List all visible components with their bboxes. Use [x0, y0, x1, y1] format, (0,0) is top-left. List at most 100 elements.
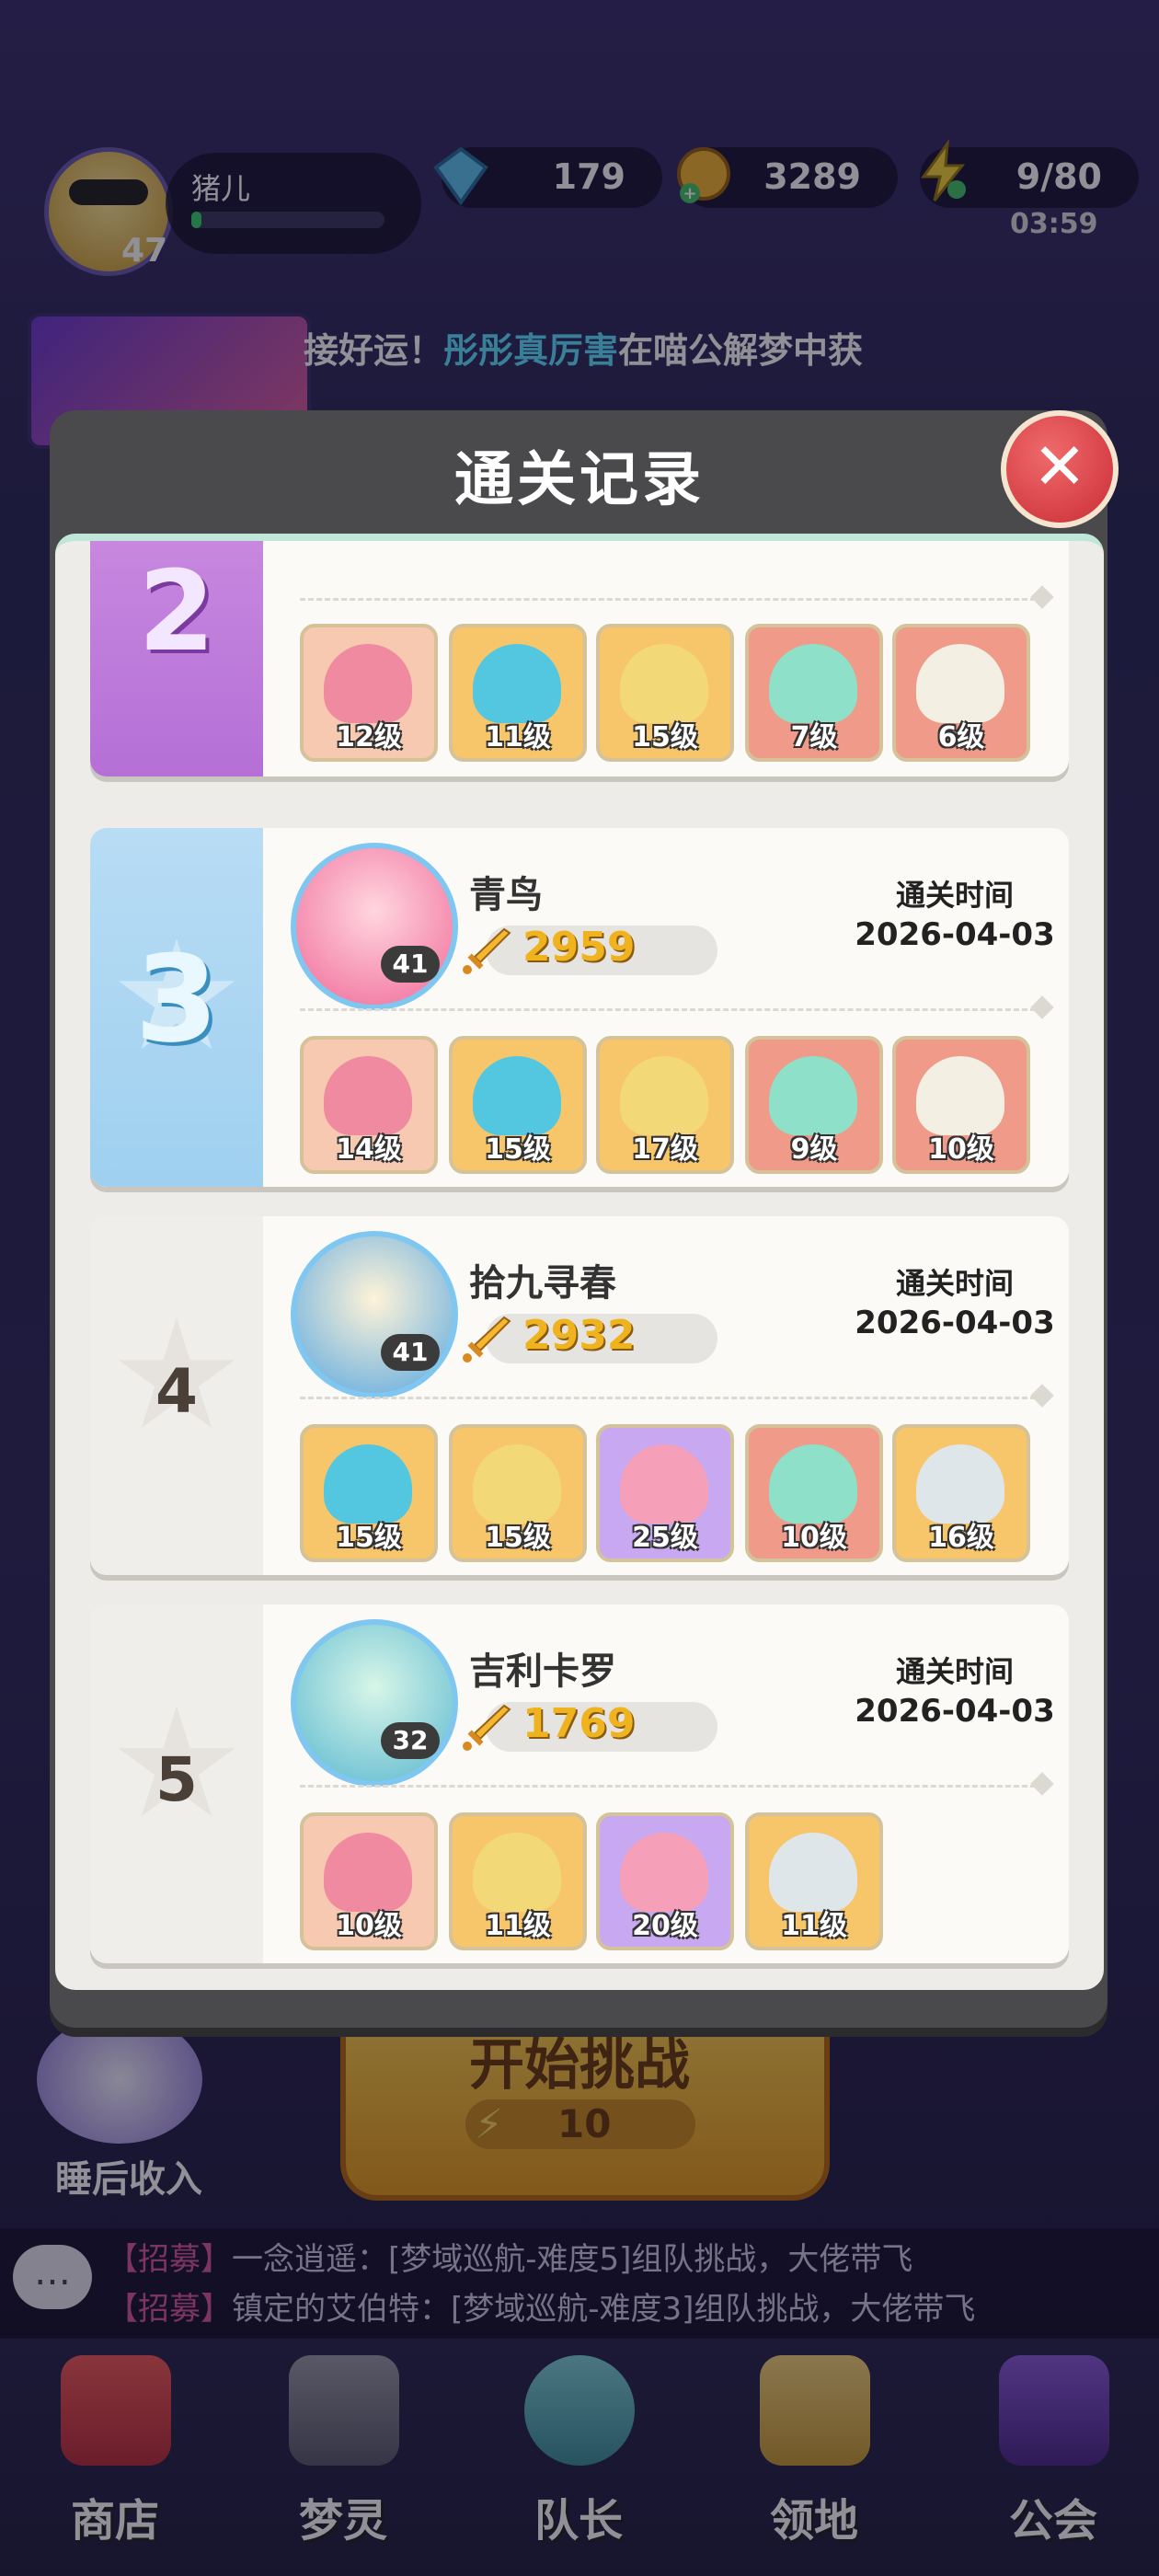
hero-portrait — [473, 1056, 561, 1135]
hero-avatar[interactable]: 15级 — [449, 1424, 587, 1562]
hero-avatar[interactable]: 7级 — [745, 624, 883, 762]
sword-icon — [463, 1704, 511, 1751]
clear-time-label: 通关时间 — [895, 1654, 1014, 1689]
hero-portrait — [916, 1444, 1004, 1524]
hero-avatar[interactable]: 10级 — [300, 1812, 438, 1950]
hero-avatar[interactable]: 15级 — [300, 1424, 438, 1562]
hero-avatar[interactable]: 11级 — [745, 1812, 883, 1950]
hero-portrait — [324, 1056, 412, 1135]
hero-portrait — [473, 644, 561, 723]
hero-level: 11级 — [485, 1910, 551, 1942]
hero-portrait — [620, 1056, 708, 1135]
power-value: 2932 — [522, 1312, 636, 1359]
player-name: 青鸟 — [469, 874, 543, 916]
hero-level: 25级 — [632, 1522, 698, 1554]
hero-level: 6级 — [937, 721, 985, 753]
power-value: 2959 — [522, 924, 636, 971]
hero-avatar[interactable]: 6级 — [892, 624, 1030, 762]
hero-portrait — [769, 1833, 857, 1912]
divider-diamond-icon — [1030, 585, 1054, 609]
clear-time-value: 2026-04-03 — [855, 1693, 1055, 1730]
sword-icon — [463, 927, 511, 974]
divider-diamond-icon — [1030, 1384, 1054, 1408]
sword-icon — [463, 1316, 511, 1363]
hero-portrait — [769, 644, 857, 723]
hero-portrait — [473, 1444, 561, 1524]
hero-level: 17级 — [632, 1133, 698, 1166]
hero-avatar[interactable]: 15级 — [449, 1036, 587, 1174]
power-value: 1769 — [522, 1700, 636, 1747]
leader-level: 32 — [381, 1722, 440, 1759]
record-card[interactable]: 4 41 拾九寻春 2932 通关时间 2026-04-03 15级 15级 2… — [90, 1216, 1069, 1575]
rank-badge: 4 — [90, 1216, 263, 1575]
rank-number: 2 — [138, 548, 215, 676]
rank-number: 3 — [134, 929, 219, 1069]
player-name: 拾九寻春 — [469, 1262, 616, 1305]
hero-portrait — [916, 644, 1004, 723]
hero-level: 20级 — [632, 1910, 698, 1942]
leader-level: 41 — [381, 1334, 440, 1371]
hero-level: 15级 — [485, 1133, 551, 1166]
hero-level: 7级 — [790, 721, 838, 753]
records-list[interactable]: 2 12级 11级 15级 7级 6级 3 41 青鸟 2959 通关时间 20… — [55, 534, 1104, 1990]
hero-avatar[interactable]: 11级 — [449, 1812, 587, 1950]
player-name: 吉利卡罗 — [469, 1650, 616, 1693]
clear-time-label: 通关时间 — [895, 878, 1014, 913]
hero-avatar[interactable]: 11级 — [449, 624, 587, 762]
clear-time-value: 2026-04-03 — [855, 1305, 1055, 1341]
panel-title: 通关记录 — [454, 446, 705, 514]
divider-diamond-icon — [1030, 995, 1054, 1019]
record-card[interactable]: 5 32 吉利卡罗 1769 通关时间 2026-04-03 10级 11级 2… — [90, 1604, 1069, 1963]
rank-badge: 3 — [90, 828, 263, 1187]
leader-avatar[interactable] — [291, 843, 458, 1010]
hero-portrait — [769, 1056, 857, 1135]
close-button[interactable]: ✕ — [1001, 410, 1119, 528]
hero-level: 10级 — [336, 1910, 402, 1942]
leader-avatar[interactable] — [291, 1619, 458, 1787]
hero-level: 11级 — [485, 721, 551, 753]
hero-level: 15级 — [485, 1522, 551, 1554]
hero-avatar[interactable]: 10级 — [745, 1424, 883, 1562]
hero-level: 10级 — [928, 1133, 994, 1166]
hero-level: 14级 — [336, 1133, 402, 1166]
hero-portrait — [916, 1056, 1004, 1135]
hero-avatar[interactable]: 15级 — [596, 624, 734, 762]
hero-level: 16级 — [928, 1522, 994, 1554]
clear-time-value: 2026-04-03 — [855, 916, 1055, 953]
hero-portrait — [620, 644, 708, 723]
hero-portrait — [473, 1833, 561, 1912]
card-divider — [300, 598, 1036, 601]
hero-avatar[interactable]: 14级 — [300, 1036, 438, 1174]
hero-portrait — [324, 1444, 412, 1524]
divider-diamond-icon — [1030, 1772, 1054, 1796]
hero-avatar[interactable]: 10级 — [892, 1036, 1030, 1174]
hero-portrait — [324, 1833, 412, 1912]
record-card[interactable]: 3 41 青鸟 2959 通关时间 2026-04-03 14级 15级 17级… — [90, 828, 1069, 1187]
hero-level: 9级 — [790, 1133, 838, 1166]
hero-avatar[interactable]: 20级 — [596, 1812, 734, 1950]
rank-badge: 5 — [90, 1604, 263, 1963]
hero-avatar[interactable]: 16级 — [892, 1424, 1030, 1562]
card-divider — [300, 1397, 1036, 1399]
clear-time-label: 通关时间 — [895, 1266, 1014, 1301]
hero-portrait — [769, 1444, 857, 1524]
hero-portrait — [324, 644, 412, 723]
hero-level: 10级 — [781, 1522, 847, 1554]
hero-level: 15级 — [632, 721, 698, 753]
leader-avatar[interactable] — [291, 1231, 458, 1398]
card-divider — [300, 1785, 1036, 1788]
card-divider — [300, 1008, 1036, 1011]
hero-avatar[interactable]: 25级 — [596, 1424, 734, 1562]
hero-level: 15级 — [336, 1522, 402, 1554]
hero-avatar[interactable]: 9级 — [745, 1036, 883, 1174]
hero-avatar[interactable]: 12级 — [300, 624, 438, 762]
hero-portrait — [620, 1833, 708, 1912]
rank-number: 5 — [155, 1744, 198, 1815]
rank-badge: 2 — [90, 541, 263, 776]
record-card[interactable]: 2 12级 11级 15级 7级 6级 — [90, 541, 1069, 776]
hero-level: 11级 — [781, 1910, 847, 1942]
hero-avatar[interactable]: 17级 — [596, 1036, 734, 1174]
leader-level: 41 — [381, 946, 440, 983]
hero-level: 12级 — [336, 721, 402, 753]
rank-number: 4 — [155, 1356, 198, 1427]
